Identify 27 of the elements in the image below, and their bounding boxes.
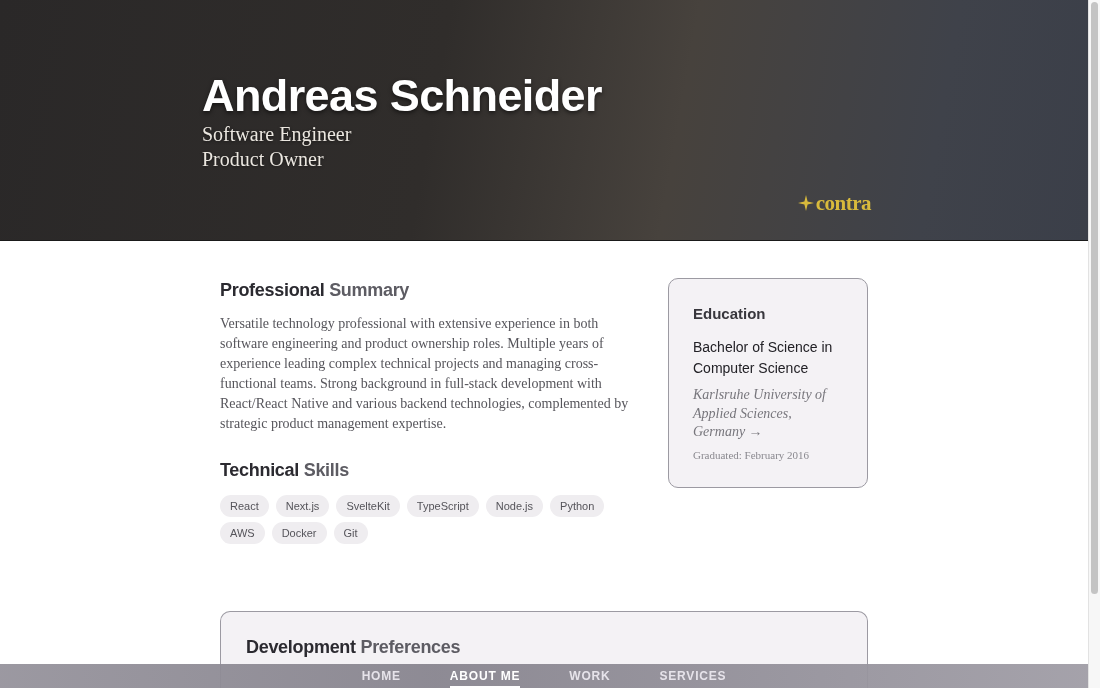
nav-link[interactable]: SERVICES <box>659 664 727 688</box>
logo-link[interactable]: contra <box>797 192 871 214</box>
degree-title: Bachelor of Science in Computer Science <box>693 338 834 378</box>
skill-tag: React <box>220 495 269 517</box>
star-icon <box>797 195 814 211</box>
skill-tag: AWS <box>220 522 265 544</box>
nav-link[interactable]: HOME <box>361 664 401 688</box>
skill-tag: Python <box>550 495 605 517</box>
role-title: Software Engineer <box>202 122 352 147</box>
section-heading: Professional Summary <box>220 279 410 302</box>
skill-tag: Node.js <box>485 495 544 517</box>
skill-tag: Next.js <box>275 495 330 517</box>
school-link[interactable]: Karlsruhe University of Applied Sciences, Germany → <box>693 386 843 442</box>
scrollbar-thumb[interactable] <box>1091 2 1098 594</box>
skill-tag: SvelteKit <box>336 495 400 517</box>
nav-link[interactable]: WORK <box>569 664 611 688</box>
skill-tag: Docker <box>271 522 327 544</box>
graduation-date: Graduated: February 2016 <box>693 447 810 463</box>
skill-tag: Git <box>333 522 368 544</box>
person-name: Andreas Schneider <box>202 70 602 122</box>
card-heading: Education <box>693 304 766 324</box>
skill-tag: TypeScript <box>406 495 479 517</box>
section-heading: Technical Skills <box>220 459 349 482</box>
nav-link[interactable]: ABOUT ME <box>449 664 521 688</box>
section-heading: Development Preferences <box>246 636 461 659</box>
role-title: Product Owner <box>202 147 324 172</box>
summary-paragraph: Versatile technology professional with extensive experience in both software engineering and product ownership roles. Multiple years of experience leading complex technical projects and managing cross-functional teams. Strong background in full-stack development with React/React Native and various backend technologies, complemented by strategic product management expertise. <box>220 315 630 433</box>
